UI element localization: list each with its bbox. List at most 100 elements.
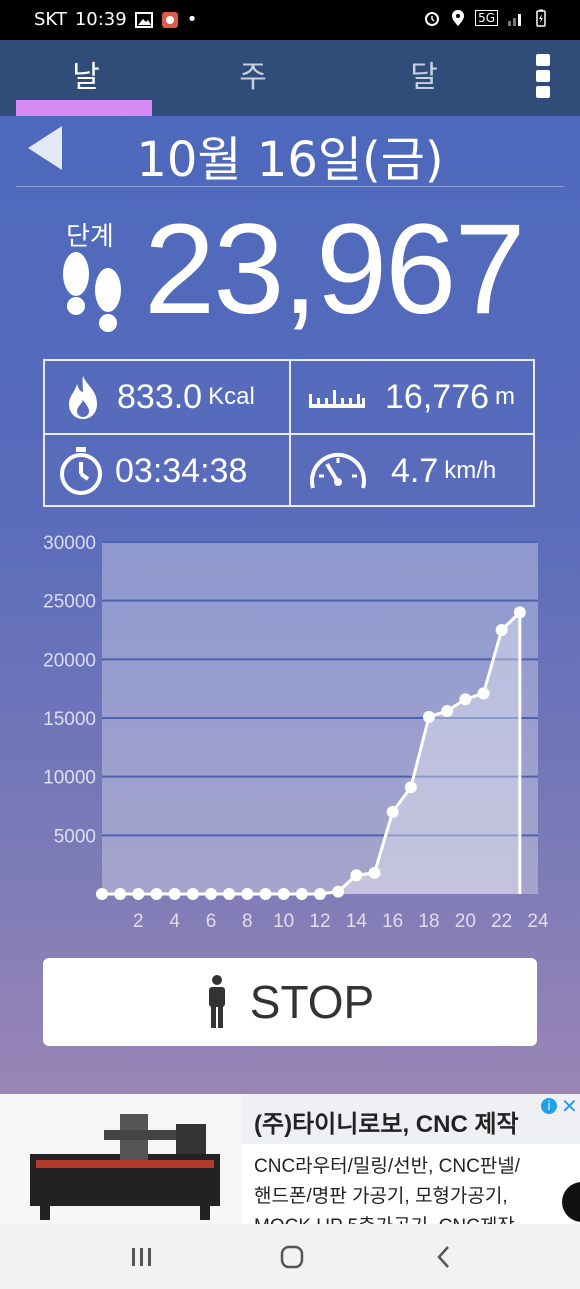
distance-value: 16,776: [385, 377, 489, 416]
ad-desc-line: 핸드폰/명판 가공기, 모형가공기,: [254, 1186, 508, 1207]
footprints-icon: [63, 252, 121, 332]
x-tick-label: 12: [309, 911, 330, 932]
ad-desc-line: MOCK UP 5축가공기, CNC제작: [254, 1212, 554, 1224]
data-point: [241, 888, 254, 900]
y-tick-label: 30000: [43, 533, 96, 554]
app-notification-icon: [161, 11, 178, 28]
data-point: [477, 687, 490, 700]
x-tick-label: 22: [491, 911, 512, 932]
distance-unit: m: [495, 383, 515, 410]
divider: [16, 186, 564, 187]
data-point: [368, 866, 381, 879]
steps-label: 단계: [66, 222, 114, 252]
ad-desc-line: CNC라우터/밀링/선반, CNC판넬/: [254, 1156, 521, 1177]
tab-month[interactable]: 달: [354, 52, 494, 95]
calories-value: 833.0: [117, 377, 203, 416]
data-point: [513, 606, 526, 619]
data-point: [96, 888, 108, 900]
signal-icon: [508, 14, 521, 26]
steps-count: 23,967: [144, 198, 525, 341]
data-point: [459, 693, 472, 706]
data-point: [114, 888, 127, 900]
x-tick-label: 20: [455, 911, 476, 932]
data-point: [441, 704, 454, 717]
ad-info-icon[interactable]: i: [541, 1098, 557, 1114]
location-icon: [452, 10, 465, 26]
data-point: [259, 888, 272, 900]
cnc-machine-ad-image: [0, 1094, 242, 1224]
x-tick-label: 14: [346, 911, 368, 932]
data-point: [186, 888, 199, 900]
stopwatch-icon: [60, 447, 102, 495]
x-tick-label: 8: [242, 911, 253, 932]
gallery-icon: [134, 11, 153, 28]
duration-cell: 03:34:38: [57, 435, 247, 507]
data-point: [386, 805, 399, 818]
data-point: [404, 781, 417, 794]
y-tick-label: 15000: [43, 709, 96, 730]
active-tab-indicator: [16, 100, 152, 116]
x-tick-label: 2: [133, 911, 144, 932]
data-point: [168, 888, 181, 900]
date-title: 10월 16일(금): [136, 132, 444, 188]
ad-banner[interactable]: (주)타이니로보, CNC 제작 i ✕ CNC라우터/밀링/선반, CNC판넬…: [0, 1094, 580, 1224]
clock: 10:39: [74, 9, 127, 30]
y-tick-label: 5000: [54, 826, 96, 847]
x-tick-label: 4: [169, 911, 180, 932]
data-point: [132, 888, 145, 900]
carrier: SKT: [34, 9, 67, 30]
flame-icon: [69, 376, 97, 419]
ruler-icon: [309, 390, 365, 408]
tab-day[interactable]: 날: [16, 52, 156, 95]
home-icon[interactable]: [272, 1242, 312, 1272]
ad-action-button[interactable]: [562, 1182, 580, 1222]
person-standing-icon: [208, 975, 225, 1028]
network-5g-icon: 5G: [475, 10, 498, 26]
x-tick-label: 6: [206, 911, 217, 932]
duration-value: 03:34:38: [115, 451, 248, 490]
y-tick-label: 25000: [43, 592, 96, 613]
ad-close-icon[interactable]: ✕: [561, 1094, 578, 1118]
data-point: [314, 888, 326, 900]
stats-grid: 833.0 Kcal 16,776 m 03:34:38 4.7 km/h: [43, 359, 535, 507]
x-tick-label: 16: [382, 911, 403, 932]
x-tick-label: 18: [418, 911, 439, 932]
data-point: [332, 885, 345, 898]
speed-unit: km/h: [444, 457, 497, 484]
notification-dot: •: [186, 9, 198, 30]
status-bar: SKT 10:39 • 5G: [0, 0, 580, 40]
x-tick-label: 10: [273, 911, 294, 932]
speed-cell: 4.7 km/h: [307, 435, 496, 507]
calories-unit: Kcal: [208, 383, 255, 410]
battery-icon: [536, 9, 546, 27]
data-point: [150, 888, 163, 900]
data-point: [205, 888, 217, 900]
steps-chart: 500010000150002000025000300002 4 6 8 10 12 14 1…: [43, 533, 549, 932]
tab-bar: 날 주 달: [0, 40, 580, 116]
data-point: [295, 888, 308, 900]
system-nav-bar: [0, 1224, 580, 1289]
y-tick-label: 10000: [43, 768, 96, 789]
tab-week[interactable]: 주: [183, 52, 323, 95]
calories-cell: 833.0 Kcal: [61, 361, 255, 433]
speedometer-icon: [310, 452, 366, 489]
overflow-menu-icon[interactable]: [536, 54, 552, 98]
y-tick-label: 20000: [43, 650, 96, 671]
ad-description: CNC라우터/밀링/선반, CNC판넬/ 핸드폰/명판 가공기, 모형가공기, …: [254, 1152, 554, 1224]
date-header: 10월 16일(금): [0, 116, 580, 188]
ad-title[interactable]: (주)타이니로보, CNC 제작: [254, 1104, 519, 1139]
alarm-icon: [425, 12, 440, 26]
data-point: [277, 888, 290, 900]
back-icon[interactable]: [424, 1242, 464, 1272]
speed-value: 4.7: [391, 451, 439, 490]
distance-cell: 16,776 m: [307, 361, 515, 433]
x-tick-label: 24: [527, 911, 549, 932]
data-point: [495, 624, 508, 636]
recent-apps-icon[interactable]: [122, 1242, 162, 1272]
pedometer-app: 날 주 달 10월 16일(금) 단계 23,967 833.0 Kcal 16…: [0, 40, 580, 1094]
stop-button[interactable]: STOP: [43, 958, 537, 1046]
data-point: [350, 869, 363, 882]
data-point: [423, 710, 435, 723]
data-point: [223, 888, 236, 900]
stop-button-label: STOP: [249, 976, 375, 1028]
